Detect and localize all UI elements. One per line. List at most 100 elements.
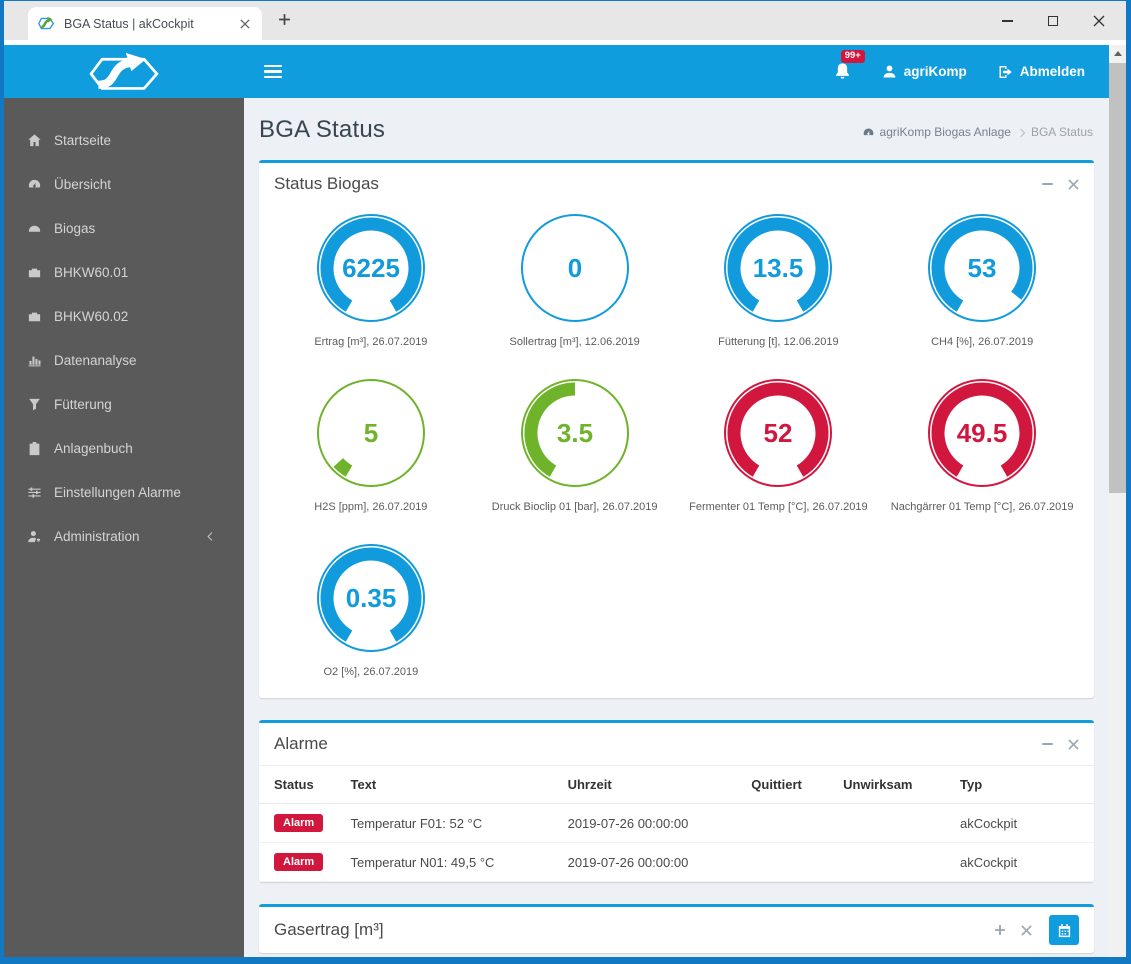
alarms-table-body: Alarm Temperatur F01: 52 °C 2019-07-26 00:… bbox=[259, 803, 1094, 882]
user-gear-icon bbox=[28, 530, 41, 542]
panel-gasertrag-title: Gasertrag [m³] bbox=[274, 920, 384, 939]
breadcrumb: agriKomp Biogas Anlage BGA Status bbox=[862, 125, 1093, 139]
sidebar-item-einstellungen-alarme[interactable]: Einstellungen Alarme bbox=[4, 470, 244, 514]
window-close-button[interactable] bbox=[1076, 1, 1122, 40]
app-window: 99+ agriKomp Abmelden Startseite Übersich… bbox=[4, 40, 1126, 957]
panel-gasertrag: Gasertrag [m³] bbox=[259, 904, 1094, 953]
dome-icon bbox=[28, 225, 41, 232]
calendar-icon bbox=[1058, 923, 1070, 937]
alarm-cell-text: Temperatur F01: 52 °C bbox=[342, 803, 560, 843]
panel-expand-button[interactable] bbox=[994, 924, 1006, 936]
scrollbar-up-button[interactable] bbox=[1109, 45, 1126, 62]
panel-collapse-button[interactable] bbox=[1042, 743, 1053, 745]
gauge-chart: 3.5 bbox=[520, 379, 629, 487]
tab-title: BGA Status | akCockpit bbox=[64, 16, 194, 31]
sidebar-item-label: BHKW60.01 bbox=[54, 264, 129, 280]
svg-text:0.35: 0.35 bbox=[346, 583, 397, 613]
funnel-icon bbox=[29, 398, 40, 410]
column-header-status: Status bbox=[259, 765, 343, 804]
gauge-widget: 0.35 O2 [%], 26.07.2019 bbox=[269, 543, 473, 678]
sidebar-menu: Startseite Übersicht Biogas BHKW60.01 BHKW60… bbox=[4, 98, 244, 957]
gauge-widget: 49.5 Nachgärrer 01 Temp [°C], 26.07.2019 bbox=[880, 378, 1084, 513]
notifications-badge: 99+ bbox=[840, 49, 865, 63]
alarm-cell-status: Alarm bbox=[259, 842, 343, 882]
sidebar-item-datenanalyse[interactable]: Datenanalyse bbox=[4, 338, 244, 382]
sidebar-item-bhkw60-01[interactable]: BHKW60.01 bbox=[4, 250, 244, 294]
logout-button[interactable]: Abmelden bbox=[997, 64, 1085, 80]
alarm-cell-text: Temperatur N01: 49,5 °C bbox=[342, 842, 560, 882]
svg-text:13.5: 13.5 bbox=[753, 253, 804, 283]
sidebar-item-label: Übersicht bbox=[54, 176, 112, 192]
sidebar-item-label: Biogas bbox=[54, 220, 96, 236]
bar-chart-icon bbox=[28, 356, 41, 366]
column-header-typ: Typ bbox=[952, 765, 1094, 804]
sidebar-item-bhkw60-02[interactable]: BHKW60.02 bbox=[4, 294, 244, 338]
gauge-label: Ertrag [m³], 26.07.2019 bbox=[314, 336, 428, 348]
bell-icon bbox=[835, 62, 849, 79]
gauge-label: Fütterung [t], 12.06.2019 bbox=[718, 336, 839, 348]
engine-icon bbox=[28, 268, 41, 277]
gauge-widget: 6225 Ertrag [m³], 26.07.2019 bbox=[269, 213, 473, 348]
gauge-label: Sollertrag [m³], 12.06.2019 bbox=[509, 336, 640, 348]
breadcrumb-root-link[interactable]: agriKomp Biogas Anlage bbox=[862, 125, 1011, 139]
brand-logo[interactable] bbox=[4, 51, 244, 93]
date-range-button[interactable] bbox=[1049, 915, 1079, 945]
alarm-cell-typ: akCockpit bbox=[952, 803, 1094, 843]
sidebar-item-f-tterung[interactable]: Fütterung bbox=[4, 382, 244, 426]
page-scrollbar bbox=[1109, 45, 1126, 957]
breadcrumb-separator-icon bbox=[1016, 128, 1026, 137]
sidebar-item-label: Fütterung bbox=[54, 396, 112, 412]
sidebar-toggle-button[interactable] bbox=[260, 61, 286, 83]
browser-tab[interactable]: BGA Status | akCockpit bbox=[28, 7, 262, 40]
alarms-table: Status Text Uhrzeit Quittiert Unwirksam … bbox=[259, 765, 1094, 882]
gauge-chart: 13.5 bbox=[724, 214, 833, 322]
sidebar-item--bersicht[interactable]: Übersicht bbox=[4, 162, 244, 206]
browser-titlebar: BGA Status | akCockpit bbox=[4, 1, 1126, 40]
gauge-chart: 0.35 bbox=[316, 544, 425, 652]
gauge-grid: 6225 Ertrag [m³], 26.07.2019 0 Sollertrag [… bbox=[259, 205, 1094, 698]
window-controls bbox=[984, 1, 1122, 40]
window-maximize-button[interactable] bbox=[1030, 1, 1076, 40]
panel-collapse-button[interactable] bbox=[1042, 183, 1053, 185]
breadcrumb-current: BGA Status bbox=[1030, 125, 1093, 139]
alarm-cell-unwirksam bbox=[835, 803, 953, 843]
gauge-label: O2 [%], 26.07.2019 bbox=[323, 666, 419, 678]
alarm-cell-unwirksam bbox=[835, 842, 953, 882]
new-tab-button[interactable] bbox=[276, 11, 293, 28]
alarm-cell-status: Alarm bbox=[259, 803, 343, 843]
notifications-button[interactable]: 99+ bbox=[833, 49, 865, 86]
clipboard-icon bbox=[29, 441, 40, 455]
panel-status-biogas-title: Status Biogas bbox=[274, 174, 379, 193]
gauge-chart: 49.5 bbox=[928, 379, 1037, 487]
svg-text:53: 53 bbox=[968, 253, 997, 283]
alarm-cell-uhrzeit: 2019-07-26 00:00:00 bbox=[559, 842, 744, 882]
column-header-uhrzeit: Uhrzeit bbox=[559, 765, 744, 804]
panel-close-button[interactable] bbox=[1068, 178, 1079, 190]
gauge-widget: 53 CH4 [%], 26.07.2019 bbox=[880, 213, 1084, 348]
svg-text:0: 0 bbox=[567, 253, 581, 283]
logout-icon bbox=[999, 65, 1012, 78]
gauge-label: CH4 [%], 26.07.2019 bbox=[931, 336, 1034, 348]
user-icon bbox=[883, 65, 896, 78]
gauge-widget: 3.5 Druck Bioclip 01 [bar], 26.07.2019 bbox=[473, 378, 677, 513]
sidebar-item-biogas[interactable]: Biogas bbox=[4, 206, 244, 250]
panel-alarme-title: Alarme bbox=[274, 734, 328, 753]
user-menu[interactable]: agriKomp bbox=[882, 64, 967, 79]
sliders-icon bbox=[28, 486, 41, 498]
gauge-widget: 5 H2S [ppm], 26.07.2019 bbox=[269, 378, 473, 513]
sidebar-item-anlagenbuch[interactable]: Anlagenbuch bbox=[4, 426, 244, 470]
window-minimize-button[interactable] bbox=[984, 1, 1030, 40]
panel-close-button[interactable] bbox=[1068, 738, 1079, 750]
gauge-widget: 52 Fermenter 01 Temp [°C], 26.07.2019 bbox=[677, 378, 881, 513]
svg-text:49.5: 49.5 bbox=[957, 418, 1008, 448]
home-icon bbox=[28, 133, 41, 146]
sidebar-item-administration[interactable]: Administration bbox=[4, 514, 244, 558]
panel-close-button[interactable] bbox=[1021, 924, 1032, 936]
tab-close-icon[interactable] bbox=[238, 17, 252, 31]
alarm-status-badge: Alarm bbox=[274, 853, 324, 871]
alarm-cell-quittiert bbox=[743, 803, 836, 843]
gauge-chart: 6225 bbox=[316, 214, 425, 322]
gauge-chart: 0 bbox=[520, 214, 629, 322]
sidebar-item-startseite[interactable]: Startseite bbox=[4, 118, 244, 162]
scrollbar-thumb[interactable] bbox=[1109, 63, 1126, 493]
